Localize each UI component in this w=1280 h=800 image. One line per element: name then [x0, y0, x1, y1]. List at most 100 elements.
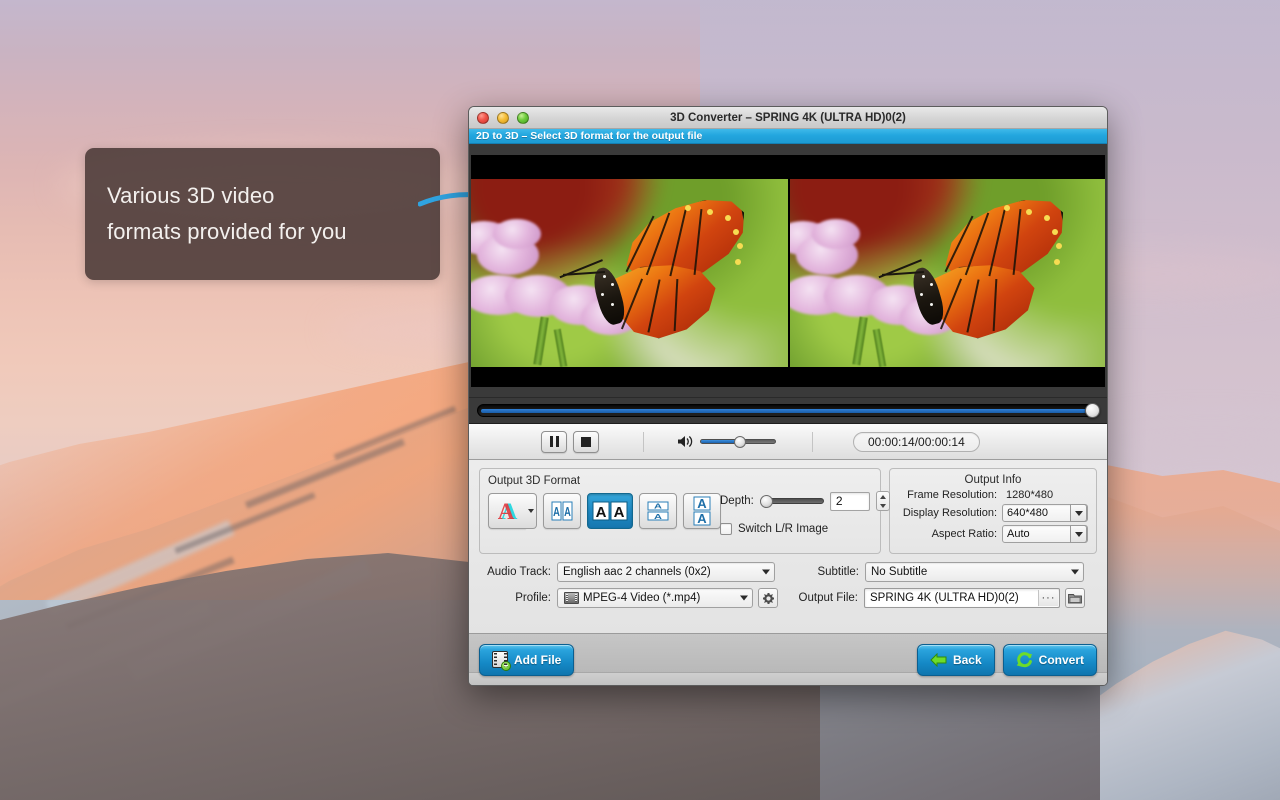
svg-text:A: A	[564, 506, 571, 520]
top-bottom-half-button[interactable]: A A	[639, 493, 677, 529]
add-file-icon: +	[492, 651, 511, 671]
left-eye-view	[471, 155, 788, 387]
flower	[493, 219, 541, 249]
callout-tooltip: Various 3D video formats provided for yo…	[85, 148, 440, 280]
back-button[interactable]: Back	[916, 643, 995, 676]
audio-track-value: English aac 2 channels (0x2)	[563, 566, 711, 578]
display-resolution-label: Display Resolution:	[902, 507, 997, 519]
stop-icon	[581, 436, 591, 447]
side-by-side-half-icon: A A	[551, 501, 573, 521]
minimize-button[interactable]	[497, 111, 509, 124]
folder-icon	[1068, 593, 1082, 603]
plus-badge-icon: +	[501, 661, 511, 671]
depth-thumb[interactable]	[759, 495, 773, 508]
anaglyph-format-group[interactable]: A A	[488, 493, 537, 529]
depth-value-field[interactable]: 2	[829, 491, 870, 511]
audio-track-dropdown[interactable]	[759, 569, 772, 575]
wing-spot	[1026, 209, 1032, 215]
close-button[interactable]	[477, 111, 489, 124]
volume-icon[interactable]	[678, 435, 693, 448]
wing-spot	[1052, 229, 1058, 235]
window-title: 3D Converter – SPRING 4K (ULTRA HD)0(2)	[670, 111, 906, 124]
svg-text:A: A	[654, 501, 662, 510]
add-file-button[interactable]: + Add File	[479, 643, 575, 676]
profile-label: Profile:	[515, 592, 551, 604]
anaglyph-dropdown-button[interactable]	[526, 493, 537, 529]
back-arrow-icon	[930, 652, 947, 667]
anaglyph-a-icon: A A	[497, 499, 517, 523]
wing-spot	[685, 205, 691, 211]
wing-spot	[735, 259, 741, 265]
video-preview[interactable]	[471, 155, 1105, 387]
wing-spot	[707, 209, 713, 215]
window-titlebar[interactable]: 3D Converter – SPRING 4K (ULTRA HD)0(2)	[469, 107, 1107, 129]
stepper-down-icon[interactable]	[879, 503, 886, 508]
profile-select[interactable]: MPEG-4 Video (*.mp4)	[557, 588, 753, 608]
chevron-down-icon	[739, 595, 748, 601]
divider	[643, 431, 644, 452]
depth-slider[interactable]	[759, 495, 824, 508]
display-resolution-row: Display Resolution: 640*480	[898, 504, 1088, 522]
chevron-down-icon	[761, 569, 770, 575]
profile-value: MPEG-4 Video (*.mp4)	[583, 592, 701, 604]
profile-output-row: Profile: MPEG-4 Video (*.mp4) Output Fil…	[479, 588, 1097, 608]
zoom-button[interactable]	[517, 111, 529, 124]
seek-thumb[interactable]	[1085, 403, 1100, 418]
app-window: 3D Converter – SPRING 4K (ULTRA HD)0(2) …	[468, 106, 1108, 686]
callout-line-2: formats provided for you	[107, 219, 347, 244]
display-resolution-dropdown[interactable]	[1070, 504, 1087, 522]
top-bottom-full-button[interactable]: A A	[683, 493, 721, 529]
profile-settings-button[interactable]	[758, 588, 778, 608]
audio-track-label: Audio Track:	[487, 566, 551, 578]
aspect-ratio-dropdown[interactable]	[1070, 525, 1087, 543]
window-controls	[477, 111, 529, 124]
top-bottom-half-icon: A A	[647, 501, 669, 521]
svg-text:A: A	[553, 506, 560, 520]
subtitle-select[interactable]: No Subtitle	[865, 562, 1084, 582]
subtitle-dropdown[interactable]	[1068, 569, 1081, 575]
volume-thumb[interactable]	[733, 436, 746, 448]
convert-label: Convert	[1038, 652, 1084, 667]
convert-button[interactable]: Convert	[1002, 643, 1097, 676]
aspect-ratio-select[interactable]: Auto	[1002, 525, 1088, 543]
volume-slider[interactable]	[700, 436, 776, 448]
svg-text:A: A	[697, 496, 707, 511]
output-file-input[interactable]: SPRING 4K (ULTRA HD)0(2) ···	[864, 588, 1060, 608]
stepper-up-icon[interactable]	[879, 494, 886, 499]
profile-dropdown[interactable]	[737, 595, 750, 601]
output-file-value: SPRING 4K (ULTRA HD)0(2)	[870, 592, 1019, 604]
chevron-down-icon	[1074, 510, 1083, 516]
depth-stepper[interactable]	[875, 491, 890, 511]
settings-area: Output 3D Format A A A A A A A A A A Dep…	[469, 460, 1107, 633]
svg-text:A: A	[596, 504, 607, 521]
depth-controls: Depth: 2 Switch L/R Image	[720, 491, 890, 535]
frame-resolution-label: Frame Resolution:	[907, 489, 997, 501]
transport-bar: 00:00:14/00:00:14	[469, 424, 1107, 460]
chevron-down-icon	[528, 509, 534, 513]
anaglyph-red-cyan-button[interactable]: A A	[488, 493, 526, 529]
subtitle-label: Subtitle:	[817, 566, 859, 578]
side-by-side-full-icon: A A	[592, 501, 628, 521]
form-rows: Audio Track: English aac 2 channels (0x2…	[479, 562, 1097, 608]
side-by-side-full-button[interactable]: A A	[587, 493, 633, 529]
seek-progress-fill	[481, 409, 1086, 413]
divider	[812, 431, 813, 452]
wing-spot	[737, 243, 743, 249]
output-info-panel: Output Info Frame Resolution: 1280*480 D…	[889, 468, 1097, 554]
svg-text:A: A	[497, 499, 514, 523]
depth-label: Depth:	[720, 495, 754, 507]
switch-lr-row[interactable]: Switch L/R Image	[720, 523, 890, 535]
seek-slider[interactable]	[477, 403, 1100, 418]
open-folder-button[interactable]	[1065, 588, 1085, 608]
display-resolution-select[interactable]: 640*480	[1002, 504, 1088, 522]
audio-track-select[interactable]: English aac 2 channels (0x2)	[557, 562, 775, 582]
flower	[812, 219, 860, 249]
stop-button[interactable]	[573, 430, 599, 453]
switch-lr-checkbox[interactable]	[720, 523, 732, 535]
pause-button[interactable]	[541, 430, 567, 453]
step-instruction-bar: 2D to 3D – Select 3D format for the outp…	[469, 129, 1107, 144]
time-display: 00:00:14/00:00:14	[853, 431, 980, 452]
side-by-side-half-button[interactable]: A A	[543, 493, 581, 529]
browse-ellipsis-button[interactable]: ···	[1038, 590, 1058, 606]
wing-spot	[1056, 243, 1062, 249]
